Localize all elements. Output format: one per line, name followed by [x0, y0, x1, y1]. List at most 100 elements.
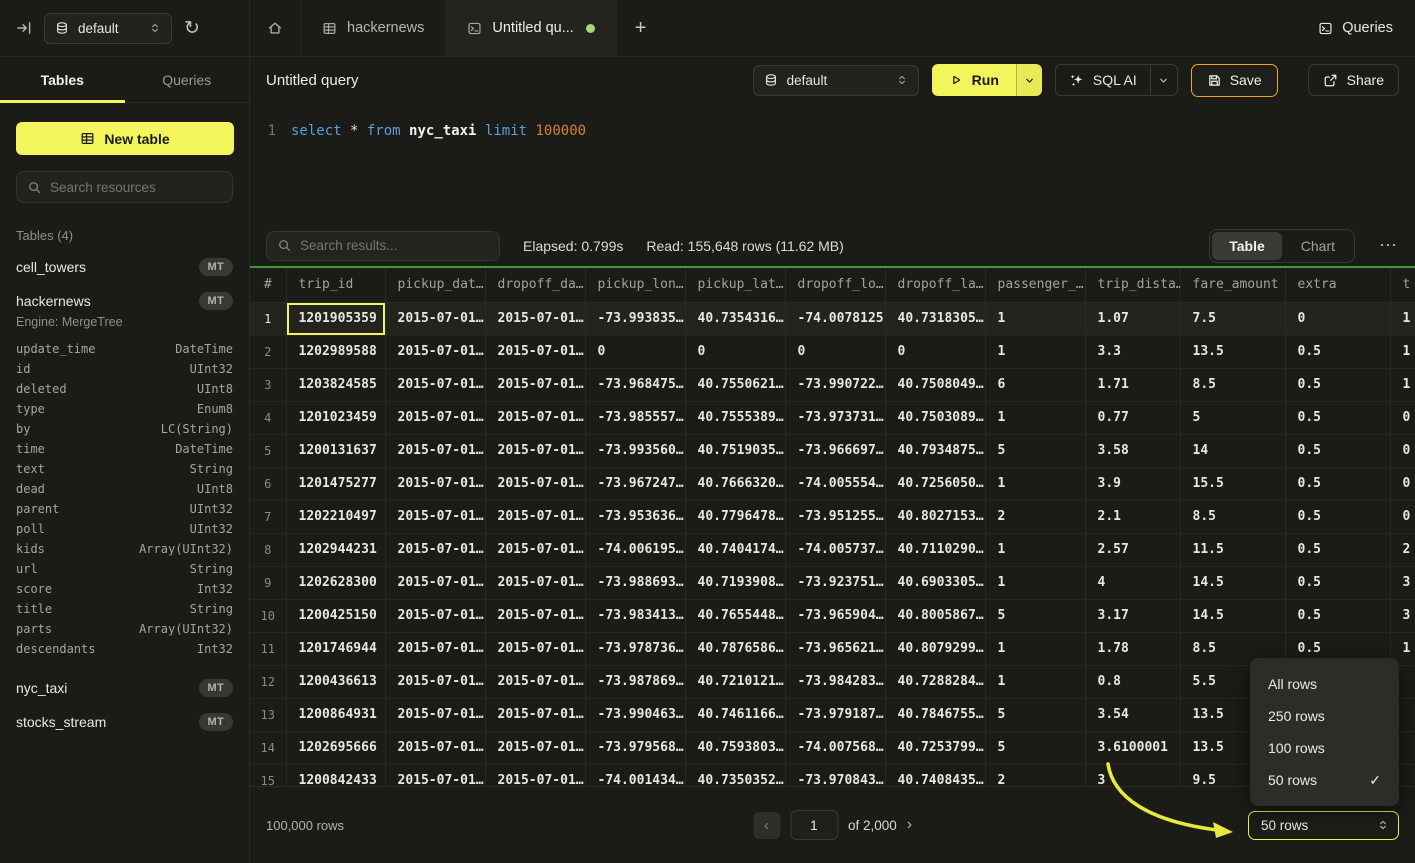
- table-cell[interactable]: 2015-07-01…: [485, 566, 585, 599]
- table-cell[interactable]: 2015-07-01…: [385, 302, 485, 335]
- table-cell[interactable]: 15.5: [1180, 467, 1285, 500]
- table-cell[interactable]: 40.7666320…: [685, 467, 785, 500]
- table-cell[interactable]: 40.7461166…: [685, 698, 785, 731]
- table-cell[interactable]: 5: [985, 599, 1085, 632]
- table-cell[interactable]: 1: [985, 665, 1085, 698]
- table-cell[interactable]: 3.58: [1085, 434, 1180, 467]
- page-size-option[interactable]: 50 rows✓: [1250, 764, 1399, 796]
- column-header-t[interactable]: t: [1390, 268, 1415, 302]
- table-cell[interactable]: 2015-07-01…: [485, 401, 585, 434]
- table-cell[interactable]: -74.007568…: [785, 731, 885, 764]
- next-page-button[interactable]: ›: [907, 816, 912, 834]
- table-cell[interactable]: 1203824585: [286, 368, 385, 401]
- search-resources-input[interactable]: [50, 180, 222, 195]
- table-cell[interactable]: 40.7350352…: [685, 764, 785, 786]
- table-cell[interactable]: 1: [1390, 368, 1415, 401]
- table-cell[interactable]: 40.7193908…: [685, 566, 785, 599]
- table-cell[interactable]: -73.967247…: [585, 467, 685, 500]
- table-cell[interactable]: 2015-07-01…: [385, 731, 485, 764]
- table-cell[interactable]: 0: [1285, 302, 1390, 335]
- table-cell[interactable]: 0: [1390, 401, 1415, 434]
- table-cell[interactable]: -73.993835…: [585, 302, 685, 335]
- table-cell[interactable]: 1200131637: [286, 434, 385, 467]
- table-cell[interactable]: 5: [985, 434, 1085, 467]
- table-cell[interactable]: 2015-07-01…: [485, 698, 585, 731]
- table-cell[interactable]: 1: [985, 632, 1085, 665]
- table-cell[interactable]: 40.7408435…: [885, 764, 985, 786]
- table-cell[interactable]: 0: [1390, 467, 1415, 500]
- table-cell[interactable]: 5: [1180, 401, 1285, 434]
- sidebar-table-cell_towers[interactable]: cell_towersMT: [0, 250, 249, 284]
- table-cell[interactable]: 40.7318305…: [885, 302, 985, 335]
- view-chart-button[interactable]: Chart: [1284, 232, 1352, 260]
- table-cell[interactable]: 0.5: [1285, 335, 1390, 368]
- table-cell[interactable]: 2: [985, 500, 1085, 533]
- toolbar-database-selector[interactable]: default: [753, 65, 919, 96]
- table-cell[interactable]: 2015-07-01…: [485, 500, 585, 533]
- table-cell[interactable]: 1201905359: [286, 302, 385, 335]
- table-cell[interactable]: 2015-07-01…: [485, 731, 585, 764]
- table-cell[interactable]: 0: [885, 335, 985, 368]
- table-cell[interactable]: 1200864931: [286, 698, 385, 731]
- page-size-select[interactable]: 50 rows: [1248, 811, 1399, 840]
- column-header-dropoff_la[interactable]: dropoff_la…: [885, 268, 985, 302]
- new-table-button[interactable]: New table: [16, 122, 234, 155]
- view-table-button[interactable]: Table: [1212, 232, 1282, 260]
- table-cell[interactable]: 40.6903305…: [885, 566, 985, 599]
- sidebar-tab-tables[interactable]: Tables: [0, 57, 125, 102]
- table-cell[interactable]: 3.9: [1085, 467, 1180, 500]
- table-cell[interactable]: 1.71: [1085, 368, 1180, 401]
- table-cell[interactable]: 1: [985, 302, 1085, 335]
- table-cell[interactable]: 14: [1180, 434, 1285, 467]
- sidebar-tab-queries[interactable]: Queries: [125, 57, 250, 102]
- sidebar-table-stocks_stream[interactable]: stocks_streamMT: [0, 705, 249, 739]
- table-cell[interactable]: 2015-07-01…: [485, 533, 585, 566]
- sql-ai-options-button[interactable]: [1150, 65, 1177, 95]
- table-cell[interactable]: 3: [1390, 566, 1415, 599]
- table-cell[interactable]: 40.7503089…: [885, 401, 985, 434]
- table-cell[interactable]: 7.5: [1180, 302, 1285, 335]
- table-cell[interactable]: 2.57: [1085, 533, 1180, 566]
- table-cell[interactable]: 0.5: [1285, 467, 1390, 500]
- table-cell[interactable]: 0: [1390, 434, 1415, 467]
- sql-ai-button[interactable]: SQL AI: [1056, 65, 1150, 95]
- table-cell[interactable]: 2015-07-01…: [485, 764, 585, 786]
- table-cell[interactable]: 0.5: [1285, 368, 1390, 401]
- table-cell[interactable]: 2015-07-01…: [485, 665, 585, 698]
- table-cell[interactable]: 1: [985, 533, 1085, 566]
- table-cell[interactable]: 2015-07-01…: [385, 500, 485, 533]
- table-cell[interactable]: -73.983413…: [585, 599, 685, 632]
- table-cell[interactable]: 40.7550621…: [685, 368, 785, 401]
- table-cell[interactable]: 1.78: [1085, 632, 1180, 665]
- table-cell[interactable]: -74.006195…: [585, 533, 685, 566]
- table-cell[interactable]: 2015-07-01…: [385, 698, 485, 731]
- table-cell[interactable]: 1201475277: [286, 467, 385, 500]
- table-cell[interactable]: 0: [1390, 500, 1415, 533]
- table-cell[interactable]: 40.7796478…: [685, 500, 785, 533]
- table-cell[interactable]: -73.990722…: [785, 368, 885, 401]
- save-button[interactable]: Save: [1191, 64, 1278, 97]
- more-options-button[interactable]: ⋯: [1378, 235, 1399, 256]
- table-cell[interactable]: 1: [1390, 335, 1415, 368]
- table-cell[interactable]: 40.8005867…: [885, 599, 985, 632]
- table-cell[interactable]: 1202628300: [286, 566, 385, 599]
- table-cell[interactable]: 5: [985, 698, 1085, 731]
- column-header-passenger_[interactable]: passenger_…: [985, 268, 1085, 302]
- table-cell[interactable]: 3.17: [1085, 599, 1180, 632]
- table-cell[interactable]: 2015-07-01…: [385, 665, 485, 698]
- table-cell[interactable]: -73.988693…: [585, 566, 685, 599]
- column-header-trip_id[interactable]: trip_id: [286, 268, 385, 302]
- table-cell[interactable]: 2015-07-01…: [485, 632, 585, 665]
- table-cell[interactable]: 40.7519035…: [685, 434, 785, 467]
- table-cell[interactable]: -73.993560…: [585, 434, 685, 467]
- table-cell[interactable]: -73.987869…: [585, 665, 685, 698]
- table-cell[interactable]: 2015-07-01…: [485, 302, 585, 335]
- page-size-option[interactable]: 250 rows: [1250, 700, 1399, 732]
- table-cell[interactable]: 0.5: [1285, 401, 1390, 434]
- table-cell[interactable]: 1: [985, 335, 1085, 368]
- table-cell[interactable]: -74.0078125: [785, 302, 885, 335]
- table-cell[interactable]: 1202210497: [286, 500, 385, 533]
- table-cell[interactable]: 2015-07-01…: [385, 764, 485, 786]
- table-cell[interactable]: 2: [985, 764, 1085, 786]
- table-cell[interactable]: 3: [1085, 764, 1180, 786]
